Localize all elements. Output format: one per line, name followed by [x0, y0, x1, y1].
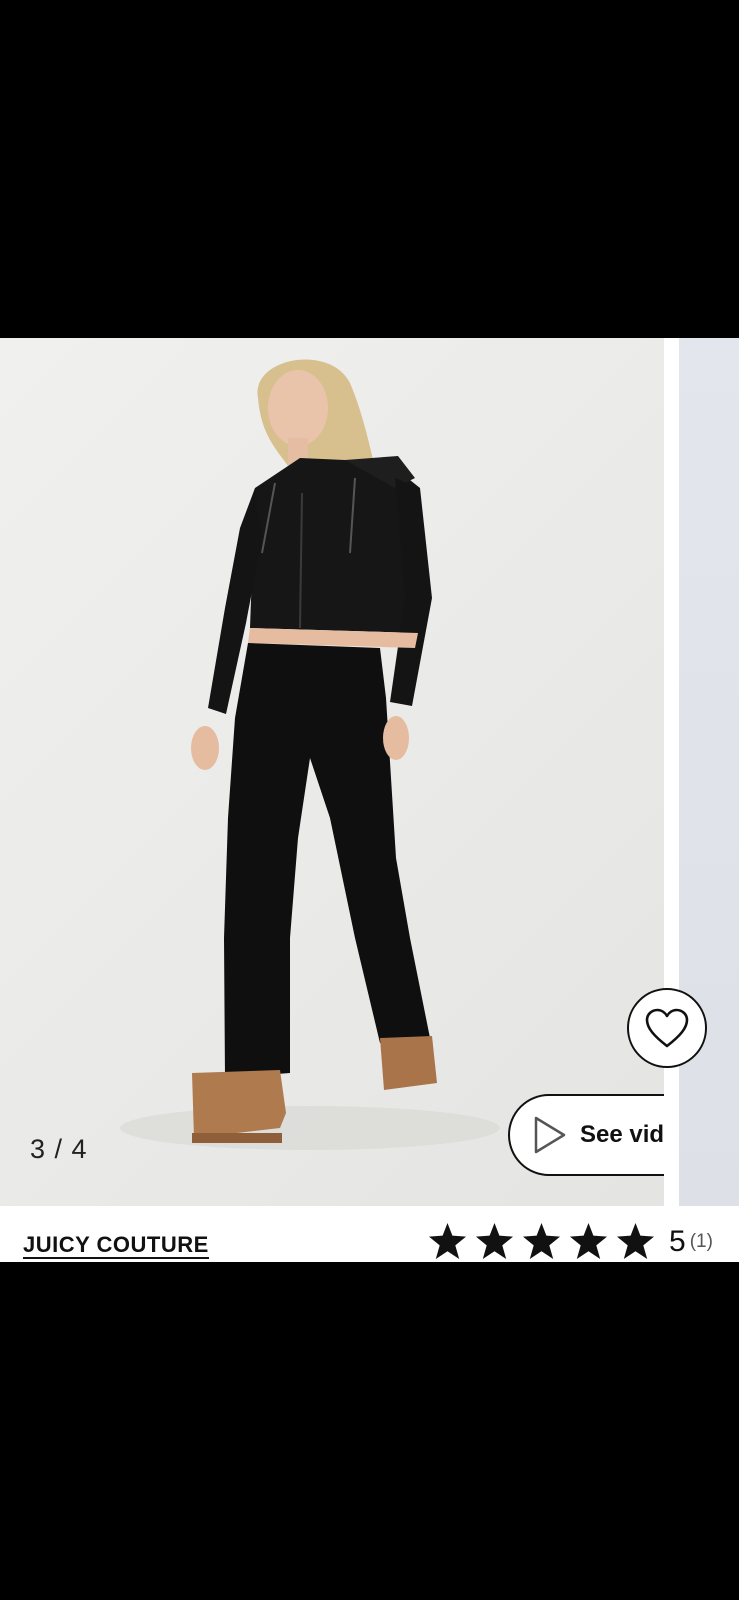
top-black-area	[0, 0, 739, 338]
rating-count: (1)	[689, 1231, 713, 1252]
heart-outline-icon	[645, 1008, 689, 1048]
star-filled-icon	[428, 1222, 467, 1260]
play-outline-icon	[534, 1116, 566, 1154]
star-filled-icon	[616, 1222, 655, 1260]
gallery-slide-current[interactable]: 3 / 4 See video	[0, 338, 664, 1206]
star-filled-icon	[569, 1222, 608, 1260]
rating-score: 5	[669, 1224, 686, 1258]
star-filled-icon	[522, 1222, 561, 1260]
star-filled-icon	[475, 1222, 514, 1260]
rating-stars	[428, 1222, 655, 1261]
slide-gap	[664, 338, 679, 1206]
screen: 3 / 4 See video JUICY COUTURE	[0, 0, 739, 1600]
see-video-button[interactable]: See video	[508, 1094, 664, 1176]
product-info-strip: JUICY COUTURE 5 (1)	[0, 1206, 739, 1262]
see-video-label: See video	[580, 1121, 664, 1148]
bottom-black-area	[0, 1262, 739, 1600]
product-image-gallery[interactable]: 3 / 4 See video	[0, 338, 739, 1206]
add-to-favorites-button[interactable]	[627, 988, 707, 1068]
brand-link[interactable]: JUICY COUTURE	[23, 1234, 209, 1259]
gallery-slide-next-peek[interactable]	[679, 338, 739, 1206]
product-photo	[120, 359, 500, 1150]
product-rating[interactable]: 5 (1)	[428, 1222, 713, 1261]
image-counter: 3 / 4	[30, 1134, 88, 1164]
